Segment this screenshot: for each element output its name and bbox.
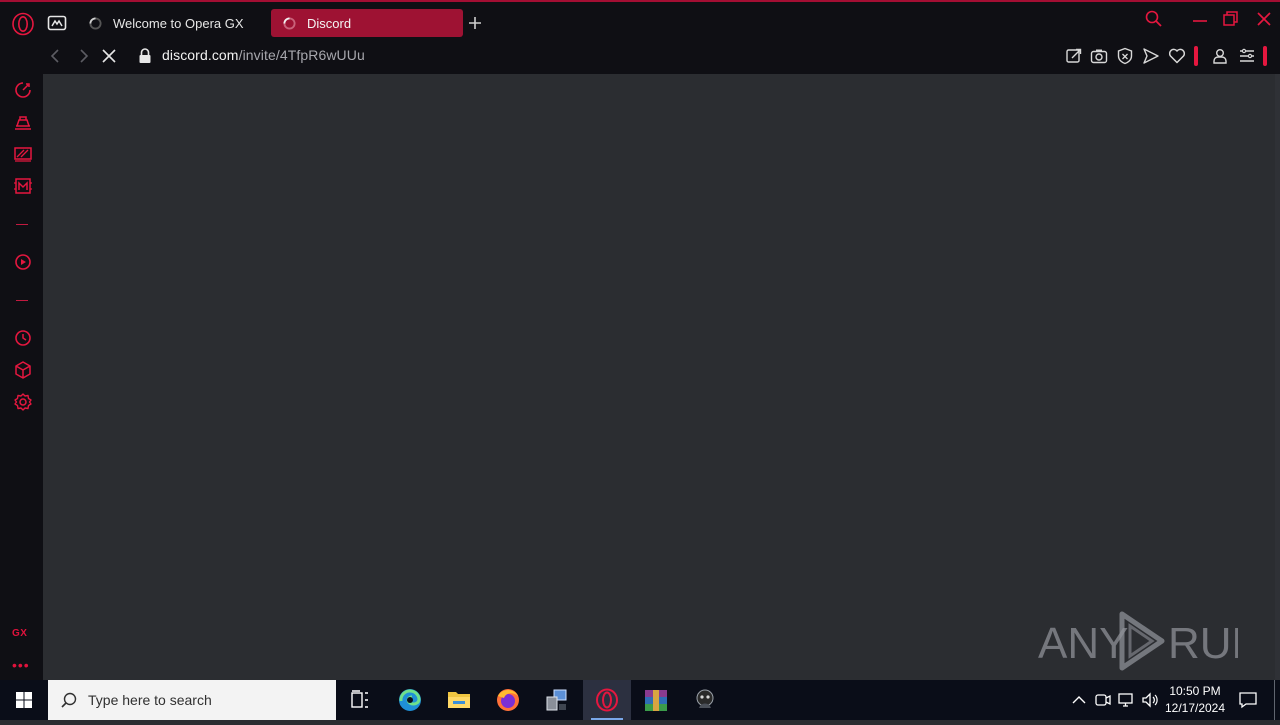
clock-date: 12/17/2024 bbox=[1164, 701, 1226, 715]
loading-spinner-icon bbox=[89, 16, 102, 30]
settings-icon[interactable] bbox=[10, 389, 36, 415]
edit-share-icon[interactable] bbox=[1064, 46, 1084, 66]
heart-icon[interactable] bbox=[1167, 46, 1187, 66]
profile-icon[interactable] bbox=[1210, 46, 1230, 66]
volume-icon[interactable] bbox=[1140, 690, 1160, 710]
network-app-icon[interactable] bbox=[533, 680, 581, 720]
tab-discord[interactable]: Discord bbox=[271, 9, 463, 37]
anyrun-watermark: ANY RUN bbox=[1038, 611, 1238, 671]
opera-gx-logo-icon[interactable] bbox=[11, 12, 35, 36]
new-tab-button[interactable] bbox=[465, 13, 485, 33]
windows-start-icon[interactable] bbox=[0, 680, 48, 720]
watermark-text-left: ANY bbox=[1038, 619, 1128, 668]
speed-dial-icon[interactable] bbox=[10, 77, 36, 103]
restore-icon[interactable] bbox=[1220, 8, 1242, 30]
toolbar-separator bbox=[1263, 46, 1267, 66]
url-path: /invite/4TfpR6wUUu bbox=[238, 47, 365, 63]
gx-control-icon[interactable] bbox=[10, 109, 36, 135]
plus-icon bbox=[469, 17, 481, 29]
gx-corner-icon[interactable] bbox=[10, 173, 36, 199]
watermark-text-right: RUN bbox=[1168, 619, 1238, 668]
tab-welcome[interactable]: Welcome to Opera GX bbox=[77, 9, 263, 37]
back-icon[interactable] bbox=[45, 45, 67, 67]
close-icon[interactable] bbox=[1253, 8, 1275, 30]
tab-label: Discord bbox=[307, 15, 352, 31]
snapshot-camera-icon[interactable] bbox=[1089, 46, 1109, 66]
url-host: discord.com bbox=[162, 47, 239, 63]
file-explorer-icon[interactable] bbox=[435, 680, 483, 720]
gx-corner-icon[interactable] bbox=[47, 14, 67, 32]
edge-browser-icon[interactable] bbox=[386, 680, 434, 720]
tab-search-icon[interactable] bbox=[1143, 8, 1165, 30]
lock-icon[interactable] bbox=[138, 48, 152, 64]
task-view-icon[interactable] bbox=[336, 680, 384, 720]
clock-time: 10:50 PM bbox=[1169, 684, 1221, 698]
scrollbar[interactable] bbox=[1275, 74, 1280, 680]
winrar-icon[interactable] bbox=[632, 680, 680, 720]
sidebar-divider bbox=[16, 224, 28, 225]
player-icon[interactable] bbox=[10, 249, 36, 275]
notifications-icon[interactable] bbox=[1236, 688, 1260, 712]
sidebar-divider bbox=[16, 300, 28, 301]
address-bar[interactable]: discord.com/invite/4TfpR6wUUu bbox=[162, 47, 365, 63]
show-hidden-icons-icon[interactable] bbox=[1069, 690, 1089, 710]
network-icon[interactable] bbox=[1116, 690, 1136, 710]
taskbar-clock[interactable]: 10:50 PM 12/17/2024 bbox=[1160, 683, 1230, 717]
twitch-icon[interactable] bbox=[10, 141, 36, 167]
loading-spinner-icon bbox=[283, 16, 296, 30]
meet-now-icon[interactable] bbox=[1093, 690, 1113, 710]
opera-gx-icon bbox=[596, 688, 618, 712]
taskbar-search-box[interactable]: Type here to search bbox=[48, 680, 336, 720]
minimize-icon[interactable] bbox=[1189, 8, 1211, 30]
tab-label: Welcome to Opera GX bbox=[113, 15, 244, 31]
toolbar-separator bbox=[1194, 46, 1198, 66]
page-content-loading bbox=[43, 74, 1280, 680]
gx-label[interactable]: GX bbox=[12, 628, 27, 639]
hacker-app-icon[interactable] bbox=[681, 680, 729, 720]
adblock-shield-icon[interactable] bbox=[1115, 46, 1135, 66]
window-top-accent bbox=[0, 0, 1280, 2]
search-icon bbox=[61, 692, 77, 708]
send-flow-icon[interactable] bbox=[1141, 46, 1161, 66]
firefox-icon[interactable] bbox=[484, 680, 532, 720]
extensions-icon[interactable] bbox=[10, 357, 36, 383]
forward-icon[interactable] bbox=[72, 45, 94, 67]
stop-loading-icon[interactable] bbox=[98, 45, 120, 67]
easy-setup-menu-icon[interactable] bbox=[1237, 46, 1257, 66]
opera-gx-taskbar-button[interactable] bbox=[583, 680, 631, 720]
sidebar-more-button[interactable]: ••• bbox=[12, 657, 30, 673]
show-desktop-button[interactable] bbox=[1274, 680, 1275, 720]
history-icon[interactable] bbox=[10, 325, 36, 351]
search-placeholder: Type here to search bbox=[88, 692, 212, 708]
